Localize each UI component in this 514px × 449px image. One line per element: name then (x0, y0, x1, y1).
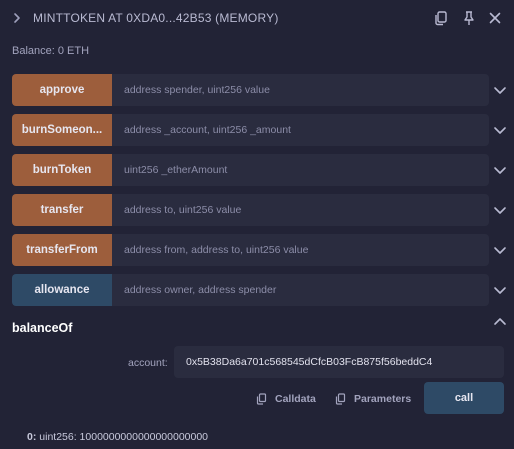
account-input[interactable]: 0x5B38Da6a701c568545dCfcB03FcB875f56bedd… (174, 346, 504, 378)
chevron-down-icon[interactable] (493, 203, 507, 217)
chevron-right-icon[interactable] (11, 12, 23, 24)
balance-label: Balance: 0 ETH (12, 45, 90, 57)
call-button[interactable]: call (424, 382, 504, 414)
copy-icon[interactable] (433, 10, 449, 26)
chevron-up-icon[interactable] (493, 315, 507, 329)
parameters-label: Parameters (354, 393, 412, 405)
burnsomeone-params-input[interactable]: address _account, uint256 _amount (112, 114, 489, 146)
pin-icon[interactable] (461, 10, 477, 26)
burntoken-button[interactable]: burnToken (12, 154, 112, 186)
balanceof-title: balanceOf (12, 321, 73, 335)
contract-header[interactable]: MINTTOKEN AT 0XDA0...42B53 (MEMORY) (0, 0, 514, 36)
result-value: uint256: 1000000000000000000000 (39, 431, 209, 443)
chevron-down-icon[interactable] (493, 163, 507, 177)
function-row-transferfrom: transferFrom address from, address to, u… (12, 234, 489, 266)
allowance-params-input[interactable]: address owner, address spender (112, 274, 489, 306)
transferfrom-button[interactable]: transferFrom (12, 234, 112, 266)
function-row-burnsomeone: burnSomeon... address _account, uint256 … (12, 114, 489, 146)
account-label: account: (128, 357, 168, 369)
calldata-label: Calldata (275, 393, 316, 405)
chevron-down-icon[interactable] (493, 283, 507, 297)
transfer-params-input[interactable]: address to, uint256 value (112, 194, 489, 226)
burntoken-params-input[interactable]: uint256 _etherAmount (112, 154, 489, 186)
copy-icon (256, 393, 267, 405)
approve-button[interactable]: approve (12, 74, 112, 106)
allowance-button[interactable]: allowance (12, 274, 112, 306)
result-index: 0: (27, 431, 37, 443)
copy-calldata-button[interactable]: Calldata (256, 393, 316, 405)
copy-parameters-button[interactable]: Parameters (335, 393, 411, 405)
function-row-burntoken: burnToken uint256 _etherAmount (12, 154, 489, 186)
approve-params-input[interactable]: address spender, uint256 value (112, 74, 489, 106)
function-row-allowance: allowance address owner, address spender (12, 274, 489, 306)
chevron-down-icon[interactable] (493, 83, 507, 97)
copy-icon (335, 393, 346, 405)
call-result: 0: uint256: 1000000000000000000000 (27, 431, 208, 443)
chevron-down-icon[interactable] (493, 123, 507, 137)
close-icon[interactable] (487, 10, 503, 26)
transferfrom-params-input[interactable]: address from, address to, uint256 value (112, 234, 489, 266)
contract-title: MINTTOKEN AT 0XDA0...42B53 (MEMORY) (33, 11, 279, 25)
chevron-down-icon[interactable] (493, 243, 507, 257)
function-row-transfer: transfer address to, uint256 value (12, 194, 489, 226)
function-row-approve: approve address spender, uint256 value (12, 74, 489, 106)
transfer-button[interactable]: transfer (12, 194, 112, 226)
burnsomeone-button[interactable]: burnSomeon... (12, 114, 112, 146)
